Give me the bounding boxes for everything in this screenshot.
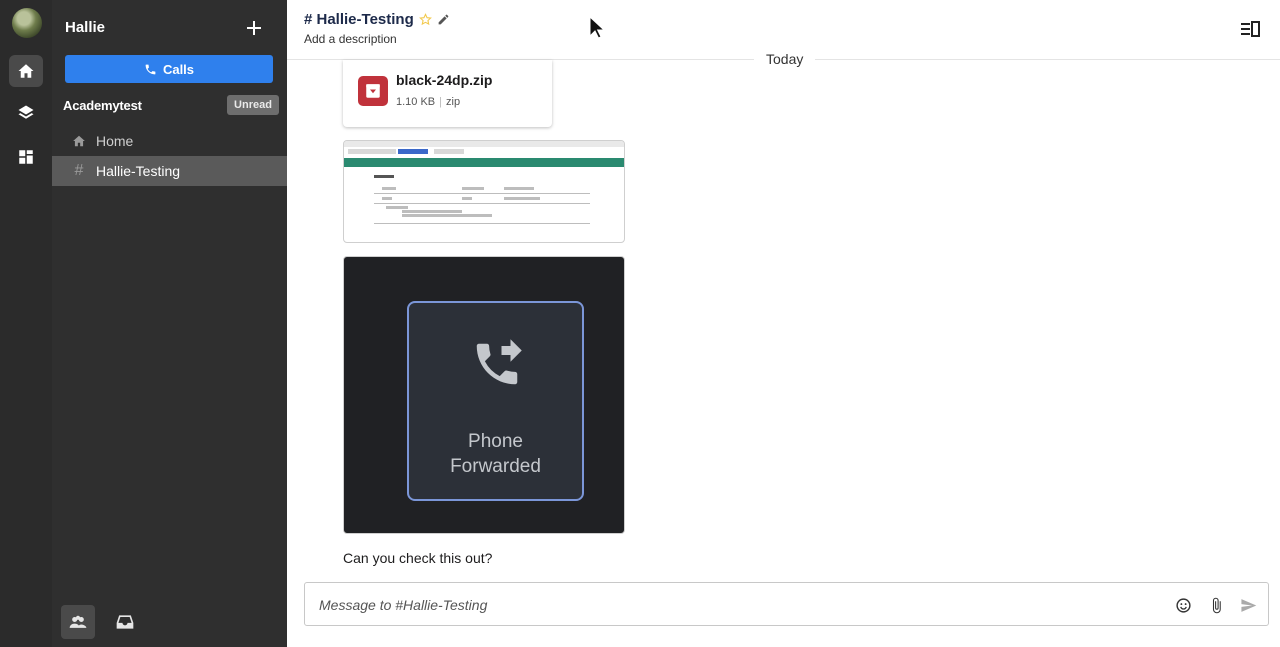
thumb-text (504, 187, 534, 190)
inbox-button[interactable] (108, 605, 142, 639)
hash-icon: # (74, 162, 84, 179)
emoji-icon (1175, 597, 1191, 613)
send-button[interactable] (1237, 594, 1259, 616)
paperclip-icon (1212, 597, 1221, 613)
inbox-icon (116, 615, 134, 629)
file-attachment[interactable]: black-24dp.zip 1.10 KB | zip (343, 60, 552, 127)
phone-forwarded-icon (476, 339, 522, 385)
sidebar-item-home[interactable]: Home (52, 126, 287, 156)
archive-icon (366, 84, 380, 98)
sidebar: Hallie Calls Academytest Unread Home # H… (52, 0, 287, 647)
thumb-tab (348, 149, 396, 154)
layers-icon (18, 105, 34, 119)
media-caption-line: Phone (468, 431, 523, 452)
thumb-text (386, 206, 408, 209)
thumb-tab (398, 149, 428, 154)
thumb-rule (374, 203, 590, 204)
people-icon (69, 615, 87, 628)
message-composer (304, 582, 1269, 626)
team-name[interactable]: Academytest (63, 98, 142, 113)
file-meta: 1.10 KB | zip (396, 96, 460, 108)
media-caption-line: Forwarded (450, 456, 541, 477)
message-text: Can you check this out? (343, 550, 493, 566)
media-caption: Phone Forwarded (409, 429, 582, 479)
screenshot-thumbnail[interactable] (343, 140, 625, 243)
mouse-cursor-icon (589, 16, 605, 39)
thumb-text (382, 197, 392, 200)
archive-icon-wrap (358, 76, 388, 106)
file-size: 1.10 KB (396, 96, 436, 108)
send-icon (1240, 598, 1256, 612)
user-name: Hallie (65, 19, 106, 36)
meta-divider: | (439, 96, 442, 108)
layers-rail-button[interactable] (9, 97, 43, 129)
avatar[interactable] (12, 8, 42, 38)
channel-name[interactable]: # Hallie-Testing (304, 11, 414, 28)
unread-badge[interactable]: Unread (227, 95, 279, 115)
sidebar-toggle-icon (1241, 21, 1260, 37)
thumb-text (462, 197, 472, 200)
emoji-button[interactable] (1172, 594, 1194, 616)
thumb-text (462, 187, 484, 190)
thumb-text (402, 210, 462, 213)
teams-button[interactable] (61, 605, 95, 639)
image-attachment[interactable]: Phone Forwarded (343, 256, 625, 534)
channel-description[interactable]: Add a description (304, 32, 397, 46)
thumb-text (402, 214, 492, 217)
thumb-text (504, 197, 540, 200)
message-input[interactable] (319, 594, 1139, 616)
message-list: Today black-24dp.zip 1.10 KB | zip Phone… (287, 51, 1280, 647)
thumb-tabs (344, 148, 624, 156)
app-rail (0, 0, 52, 647)
home-icon (18, 64, 34, 78)
thumb-rule (374, 193, 590, 194)
thumb-browser-bar (344, 141, 624, 147)
home-nav-icon-wrap (71, 134, 87, 148)
pencil-icon[interactable] (437, 13, 450, 26)
dashboard-rail-button[interactable] (9, 141, 43, 173)
channel-title: # Hallie-Testing (304, 11, 450, 28)
attach-button[interactable] (1205, 594, 1227, 616)
thumb-nav-bar (344, 158, 624, 167)
sidebar-item-label: Hallie-Testing (96, 163, 181, 179)
file-name[interactable]: black-24dp.zip (396, 72, 492, 88)
thumb-rule (374, 223, 590, 224)
home-icon (73, 135, 85, 147)
file-extension: zip (446, 96, 461, 108)
thumb-heading (374, 175, 394, 178)
star-icon[interactable] (418, 13, 432, 26)
add-button[interactable] (242, 16, 266, 40)
dashboard-icon (19, 150, 33, 164)
calls-label: Calls (162, 61, 195, 77)
toggle-right-sidebar-button[interactable] (1240, 20, 1260, 38)
thumb-text (382, 187, 396, 190)
sidebar-item-label: Home (96, 133, 134, 149)
calls-button[interactable]: Calls (65, 55, 273, 83)
phone-icon (145, 64, 156, 74)
home-rail-button[interactable] (9, 55, 43, 87)
hash-icon-wrap: # (71, 162, 87, 180)
phone-forwarded-preview: Phone Forwarded (407, 301, 584, 501)
separator-line (817, 59, 1280, 60)
sidebar-item-hallie-testing[interactable]: # Hallie-Testing (52, 156, 287, 186)
plus-icon (247, 21, 261, 35)
date-label: Today (754, 51, 816, 67)
thumb-tab (434, 149, 464, 154)
